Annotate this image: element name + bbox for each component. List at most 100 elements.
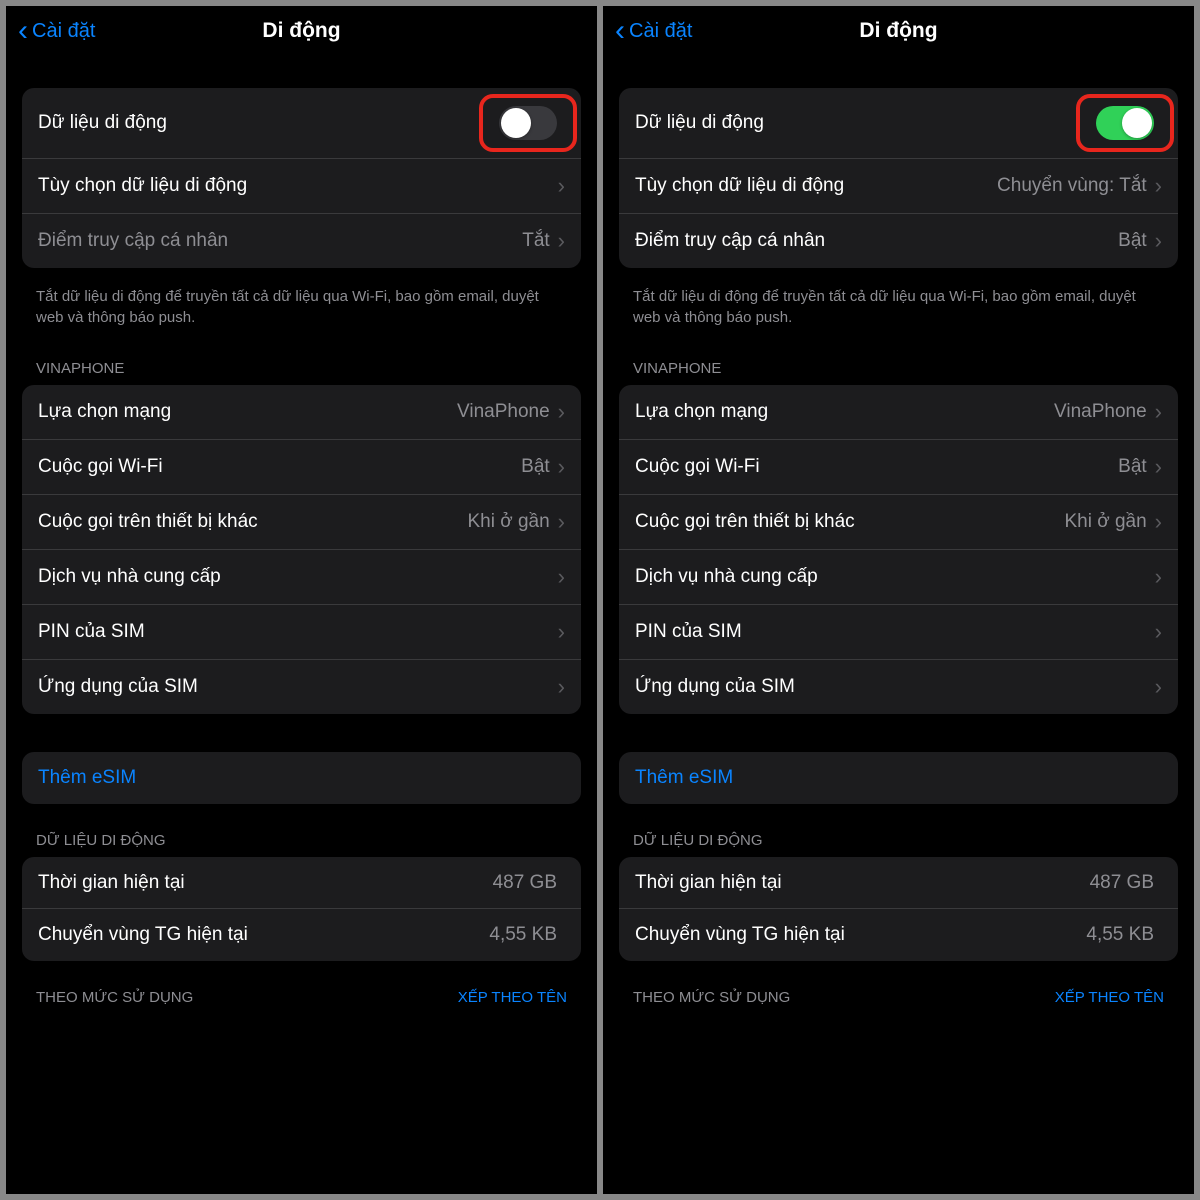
current-period-label: Thời gian hiện tại	[635, 872, 1090, 894]
row-add-esim[interactable]: Thêm eSIM	[22, 752, 581, 804]
row-roaming-period[interactable]: Chuyển vùng TG hiện tại 4,55 KB	[619, 909, 1178, 961]
data-options-label: Tùy chọn dữ liệu di động	[38, 175, 558, 197]
network-selection-label: Lựa chọn mạng	[38, 401, 457, 423]
hotspot-value: Bật	[1118, 230, 1147, 252]
chevron-right-icon: ›	[1155, 399, 1162, 425]
sim-pin-label: PIN của SIM	[38, 621, 558, 643]
chevron-right-icon: ›	[1155, 674, 1162, 700]
wifi-calling-value: Bật	[521, 456, 550, 478]
toggle-highlight	[491, 102, 565, 144]
other-devices-value: Khi ở gần	[467, 511, 549, 533]
usage-header: DỮ LIỆU DI ĐỘNG	[6, 814, 597, 857]
row-network-selection[interactable]: Lựa chọn mạng VinaPhone ›	[22, 385, 581, 440]
back-button[interactable]: ‹ Cài đặt	[615, 16, 692, 46]
row-data-options[interactable]: Tùy chọn dữ liệu di động Chuyển vùng: Tắ…	[619, 159, 1178, 214]
network-selection-value: VinaPhone	[457, 401, 550, 423]
row-mobile-data[interactable]: Dữ liệu di động	[22, 88, 581, 159]
row-carrier-services[interactable]: Dịch vụ nhà cung cấp ›	[22, 550, 581, 605]
other-devices-label: Cuộc gọi trên thiết bị khác	[38, 511, 467, 533]
carrier-services-label: Dịch vụ nhà cung cấp	[635, 566, 1155, 588]
hotspot-value: Tắt	[522, 230, 549, 252]
row-data-options[interactable]: Tùy chọn dữ liệu di động ›	[22, 159, 581, 214]
current-period-value: 487 GB	[1090, 872, 1154, 894]
group-carrier: Lựa chọn mạng VinaPhone › Cuộc gọi Wi-Fi…	[619, 385, 1178, 714]
carrier-services-label: Dịch vụ nhà cung cấp	[38, 566, 558, 588]
add-esim-label: Thêm eSIM	[635, 767, 1162, 789]
chevron-right-icon: ›	[1155, 454, 1162, 480]
chevron-right-icon: ›	[558, 399, 565, 425]
chevron-left-icon: ‹	[615, 16, 625, 46]
row-mobile-data[interactable]: Dữ liệu di động	[619, 88, 1178, 159]
hotspot-label: Điểm truy cập cá nhân	[38, 230, 522, 252]
chevron-right-icon: ›	[1155, 173, 1162, 199]
row-roaming-period[interactable]: Chuyển vùng TG hiện tại 4,55 KB	[22, 909, 581, 961]
current-period-value: 487 GB	[493, 872, 557, 894]
row-current-period[interactable]: Thời gian hiện tại 487 GB	[22, 857, 581, 909]
mobile-data-toggle[interactable]	[499, 106, 557, 140]
mobile-data-label: Dữ liệu di động	[38, 112, 491, 134]
roaming-value: 4,55 KB	[489, 924, 557, 946]
by-usage-label: THEO MỨC SỬ DỤNG	[36, 989, 193, 1006]
other-devices-value: Khi ở gần	[1064, 511, 1146, 533]
data-options-label: Tùy chọn dữ liệu di động	[635, 175, 997, 197]
row-other-devices[interactable]: Cuộc gọi trên thiết bị khác Khi ở gần ›	[619, 495, 1178, 550]
row-sim-pin[interactable]: PIN của SIM ›	[22, 605, 581, 660]
wifi-calling-value: Bật	[1118, 456, 1147, 478]
add-esim-label: Thêm eSIM	[38, 767, 565, 789]
group-usage: Thời gian hiện tại 487 GB Chuyển vùng TG…	[22, 857, 581, 961]
chevron-right-icon: ›	[1155, 619, 1162, 645]
chevron-right-icon: ›	[558, 674, 565, 700]
chevron-right-icon: ›	[558, 509, 565, 535]
by-usage-header: THEO MỨC SỬ DỤNG XẾP THEO TÊN	[603, 971, 1194, 1014]
mobile-data-toggle[interactable]	[1096, 106, 1154, 140]
chevron-right-icon: ›	[558, 454, 565, 480]
toggle-knob	[1122, 108, 1152, 138]
sim-pin-label: PIN của SIM	[635, 621, 1155, 643]
row-sim-apps[interactable]: Ứng dụng của SIM ›	[619, 660, 1178, 714]
chevron-right-icon: ›	[558, 564, 565, 590]
roaming-label: Chuyển vùng TG hiện tại	[635, 924, 1086, 946]
page-title: Di động	[262, 19, 340, 43]
by-usage-label: THEO MỨC SỬ DỤNG	[633, 989, 790, 1006]
usage-header: DỮ LIỆU DI ĐỘNG	[603, 814, 1194, 857]
row-sim-pin[interactable]: PIN của SIM ›	[619, 605, 1178, 660]
chevron-left-icon: ‹	[18, 16, 28, 46]
row-carrier-services[interactable]: Dịch vụ nhà cung cấp ›	[619, 550, 1178, 605]
row-wifi-calling[interactable]: Cuộc gọi Wi-Fi Bật ›	[22, 440, 581, 495]
group-usage: Thời gian hiện tại 487 GB Chuyển vùng TG…	[619, 857, 1178, 961]
chevron-right-icon: ›	[558, 619, 565, 645]
group-carrier: Lựa chọn mạng VinaPhone › Cuộc gọi Wi-Fi…	[22, 385, 581, 714]
wifi-calling-label: Cuộc gọi Wi-Fi	[38, 456, 521, 478]
phone-left: ‹ Cài đặt Di động Dữ liệu di động Tùy ch…	[6, 6, 597, 1194]
roaming-label: Chuyển vùng TG hiện tại	[38, 924, 489, 946]
carrier-header: VINAPHONE	[6, 342, 597, 385]
row-other-devices[interactable]: Cuộc gọi trên thiết bị khác Khi ở gần ›	[22, 495, 581, 550]
mobile-data-footer: Tắt dữ liệu di động để truyền tất cả dữ …	[6, 278, 597, 342]
content: Dữ liệu di động Tùy chọn dữ liệu di động…	[6, 60, 597, 1194]
chevron-right-icon: ›	[1155, 564, 1162, 590]
row-add-esim[interactable]: Thêm eSIM	[619, 752, 1178, 804]
row-hotspot[interactable]: Điểm truy cập cá nhân Bật ›	[619, 214, 1178, 268]
group-esim: Thêm eSIM	[22, 752, 581, 804]
row-sim-apps[interactable]: Ứng dụng của SIM ›	[22, 660, 581, 714]
page-title: Di động	[859, 19, 937, 43]
navbar: ‹ Cài đặt Di động	[603, 6, 1194, 60]
toggle-knob	[501, 108, 531, 138]
group-mobile-data: Dữ liệu di động Tùy chọn dữ liệu di động…	[22, 88, 581, 268]
roaming-value: 4,55 KB	[1086, 924, 1154, 946]
phone-right: ‹ Cài đặt Di động Dữ liệu di động Tùy ch…	[603, 6, 1194, 1194]
chevron-right-icon: ›	[558, 173, 565, 199]
row-hotspot[interactable]: Điểm truy cập cá nhân Tắt ›	[22, 214, 581, 268]
row-current-period[interactable]: Thời gian hiện tại 487 GB	[619, 857, 1178, 909]
back-button[interactable]: ‹ Cài đặt	[18, 16, 95, 46]
network-selection-value: VinaPhone	[1054, 401, 1147, 423]
by-usage-header: THEO MỨC SỬ DỤNG XẾP THEO TÊN	[6, 971, 597, 1014]
sort-by-name-button[interactable]: XẾP THEO TÊN	[458, 989, 567, 1006]
chevron-right-icon: ›	[1155, 509, 1162, 535]
back-label: Cài đặt	[629, 20, 692, 43]
hotspot-label: Điểm truy cập cá nhân	[635, 230, 1118, 252]
row-wifi-calling[interactable]: Cuộc gọi Wi-Fi Bật ›	[619, 440, 1178, 495]
sort-by-name-button[interactable]: XẾP THEO TÊN	[1055, 989, 1164, 1006]
content: Dữ liệu di động Tùy chọn dữ liệu di động…	[603, 60, 1194, 1194]
row-network-selection[interactable]: Lựa chọn mạng VinaPhone ›	[619, 385, 1178, 440]
